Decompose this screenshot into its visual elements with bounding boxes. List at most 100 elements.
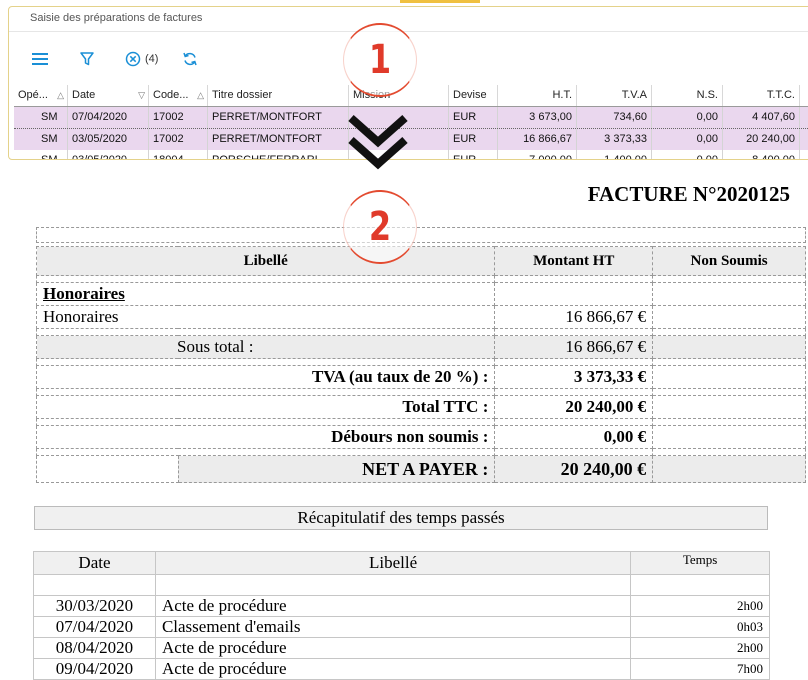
net-label: NET A PAYER : (177, 455, 496, 483)
cell-tva: 3 373,33 (577, 129, 652, 150)
cell-code: 18004 (149, 150, 208, 159)
menu-button[interactable] (31, 50, 49, 68)
cell-ttc: 20 240,00 (723, 129, 800, 150)
row-date: 09/04/2020 (33, 658, 156, 680)
net-amount: 20 240,00 € (494, 455, 654, 483)
debours-amount: 0,00 € (494, 425, 654, 449)
cell-tva: 734,60 (577, 107, 652, 128)
col-header-titre[interactable]: Titre dossier (208, 85, 349, 106)
debours-label: Débours non soumis : (35, 425, 496, 449)
col-libelle: Libellé (35, 246, 496, 276)
row-time: 2h00 (630, 595, 770, 617)
subtotal-row: Sous total : 16 866,67 € (35, 335, 806, 359)
step-1-marker: 1 (343, 23, 417, 97)
row-label: Acte de procédure (154, 637, 632, 659)
subtotal-label: Sous total : (35, 335, 496, 359)
invoice-table: Libellé Montant HT Non Soumis Honoraires… (35, 246, 806, 483)
col-header-ttc[interactable]: T.T.C. (723, 85, 800, 106)
debours-row: Débours non soumis : 0,00 € (35, 425, 806, 449)
cell-date: 03/05/2020 (68, 150, 149, 159)
net-row: NET A PAYER : 20 240,00 € (36, 455, 806, 483)
line-amount: 16 866,67 € (494, 305, 654, 329)
subtotal-amount: 16 866,67 € (494, 335, 654, 359)
col-header-devise[interactable]: Devise (449, 85, 498, 106)
col-non-soumis: Non Soumis (652, 246, 806, 276)
cell-ttc: 4 407,60 (723, 107, 800, 128)
hamburger-icon (32, 53, 48, 65)
cell-ht: 16 866,67 (498, 129, 577, 150)
row-time: 2h00 (630, 637, 770, 659)
row-date: 30/03/2020 (33, 595, 156, 617)
tva-label: TVA (au taux de 20 %) : (35, 365, 496, 389)
step-2-marker: 2 (343, 190, 417, 264)
filter-button[interactable] (79, 50, 95, 68)
row-date: 07/04/2020 (33, 616, 156, 638)
tva-amount: 3 373,33 € (494, 365, 654, 389)
row-time: 7h00 (630, 658, 770, 680)
sort-icon: △ (57, 90, 64, 100)
col-header-tva[interactable]: T.V.A (577, 85, 652, 106)
cell-operator: SM (37, 107, 68, 128)
ttc-label: Total TTC : (35, 395, 496, 419)
line-item: Honoraires 16 866,67 € (35, 305, 806, 329)
cell-titre: PERRET/MONTFORT (208, 129, 349, 150)
funnel-icon: ▽ (138, 90, 145, 100)
window-title: Saisie des préparations de factures (30, 12, 203, 24)
cell-ns: 0,00 (652, 107, 723, 128)
section-row: Honoraires (35, 282, 806, 306)
cell-titre: PERRET/MONTFORT (208, 107, 349, 128)
cell-date: 03/05/2020 (68, 129, 149, 150)
row-label: Acte de procédure (154, 658, 632, 680)
ttc-row: Total TTC : 20 240,00 € (35, 395, 806, 419)
cell-code: 17002 (149, 129, 208, 150)
filter-icon (80, 52, 94, 66)
recap-header-row: Date Libellé Temps (33, 551, 770, 575)
cell-devise: EUR (449, 107, 498, 128)
line-label: Honoraires (35, 305, 496, 329)
invoice-header-row: Libellé Montant HT Non Soumis (35, 246, 806, 276)
col-libelle: Libellé (154, 551, 632, 575)
cell-operator: SM (37, 129, 68, 150)
col-header-ht[interactable]: H.T. (498, 85, 577, 106)
col-date: Date (33, 551, 156, 575)
refresh-button[interactable] (182, 50, 198, 68)
cell-tva: 1 400,00 (577, 150, 652, 159)
cell-ns: 0,00 (652, 129, 723, 150)
cell-ht: 7 000,00 (498, 150, 577, 159)
cell-titre: PORSCHE/FERRARI (208, 150, 349, 159)
row-date: 08/04/2020 (33, 637, 156, 659)
tva-row: TVA (au taux de 20 %) : 3 373,33 € (35, 365, 806, 389)
section-title: Honoraires (35, 282, 496, 306)
col-header-ns[interactable]: N.S. (652, 85, 723, 106)
close-circle-icon (125, 51, 141, 67)
cell-devise: EUR (449, 129, 498, 150)
col-header-date[interactable]: Date ▽ (68, 85, 149, 106)
table-row: 30/03/2020 Acte de procédure 2h00 (33, 595, 770, 617)
cell-ns: 0,00 (652, 150, 723, 159)
col-header-operator[interactable]: Opé... △ (14, 85, 68, 106)
cell-date: 07/04/2020 (68, 107, 149, 128)
table-row: 09/04/2020 Acte de procédure 7h00 (33, 658, 770, 680)
col-header-code[interactable]: Code... △ (149, 85, 208, 106)
ttc-amount: 20 240,00 € (494, 395, 654, 419)
double-chevron-down-icon (348, 115, 408, 170)
table-row: 08/04/2020 Acte de procédure 2h00 (33, 637, 770, 659)
title-separator (9, 31, 808, 32)
clear-filters-button[interactable]: (4) (125, 50, 158, 68)
table-row[interactable]: SM 07/04/2020 17002 PERRET/MONTFORT EUR … (14, 107, 808, 128)
cell-code: 17002 (149, 107, 208, 128)
window-top-accent (400, 0, 480, 3)
cell-ttc: 8 400,00 (723, 150, 800, 159)
col-montant-ht: Montant HT (494, 246, 654, 276)
cell-ht: 3 673,00 (498, 107, 577, 128)
recap-table: Date Libellé Temps 30/03/2020 Acte de pr… (33, 551, 770, 680)
col-temps: Temps (630, 551, 770, 575)
grid-header: Opé...△ Date▽ Code...△ Titre dossier Mis… (14, 85, 808, 107)
row-time: 0h03 (630, 616, 770, 638)
row-label: Acte de procédure (154, 595, 632, 617)
refresh-icon (183, 52, 197, 66)
table-row[interactable]: SM 03/05/2020 18004 PORSCHE/FERRARI EUR … (14, 150, 808, 159)
table-row-selected[interactable]: SM 03/05/2020 17002 PERRET/MONTFORT EUR … (14, 128, 808, 151)
invoice-title: FACTURE N°2020125 (587, 182, 790, 206)
row-label: Classement d'emails (154, 616, 632, 638)
